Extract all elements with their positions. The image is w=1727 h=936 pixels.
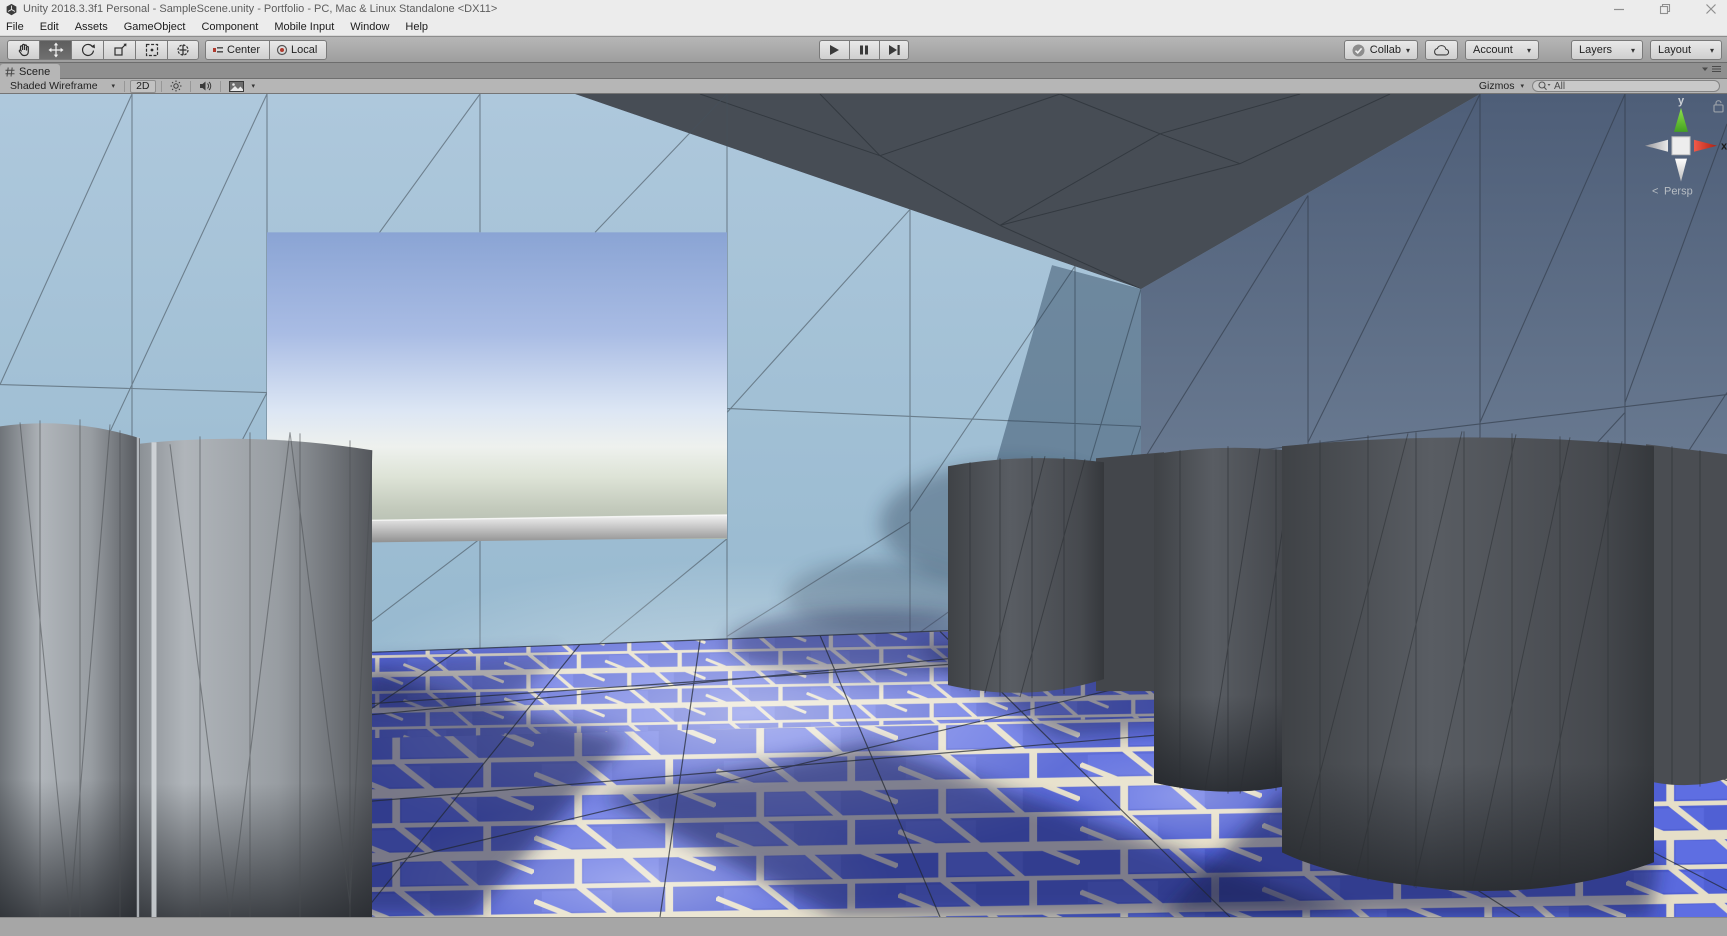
search-icon: [1538, 81, 1551, 91]
menu-lines-icon: [1712, 65, 1721, 73]
window-title: Unity 2018.3.3f1 Personal - SampleScene.…: [23, 3, 498, 15]
unity-logo-icon: [6, 3, 17, 15]
collab-dropdown[interactable]: Collab ▾: [1343, 40, 1418, 60]
menu-assets[interactable]: Assets: [67, 18, 116, 36]
chevron-down-icon: ▾: [111, 83, 116, 90]
cylinder: [1096, 452, 1164, 692]
chevron-down-icon: ▾: [1526, 45, 1531, 55]
menu-component[interactable]: Component: [193, 18, 266, 36]
playback-group: [818, 40, 909, 60]
cloud-icon: [1434, 44, 1450, 56]
2d-toggle-label: 2D: [136, 80, 150, 92]
chevron-down-icon: ▾: [1405, 45, 1410, 55]
scene-audio-toggle[interactable]: [194, 80, 217, 92]
projection-angle-icon: <: [1652, 186, 1658, 198]
cylinder: [1154, 446, 1302, 794]
step-button[interactable]: [878, 40, 909, 60]
chevron-down-icon: ▾: [1520, 83, 1524, 90]
account-label: Account: [1473, 44, 1513, 56]
menu-help[interactable]: Help: [397, 18, 436, 36]
search-filter-text: All: [1554, 80, 1566, 92]
collab-label: Collab: [1369, 44, 1401, 56]
cylinder: [1282, 431, 1654, 892]
title-bar: Unity 2018.3.3f1 Personal - SampleScene.…: [0, 0, 1727, 18]
scene-viewport[interactable]: y x < Persp: [0, 94, 1727, 917]
draw-mode-label: Shaded Wireframe: [10, 80, 98, 92]
cylinder: [0, 419, 140, 917]
chevron-down-icon: [1702, 67, 1708, 71]
menu-file[interactable]: File: [0, 18, 32, 36]
sun-icon: [170, 80, 181, 92]
tab-options-menu[interactable]: [1701, 65, 1721, 73]
effects-dropdown[interactable]: ▾: [249, 82, 259, 90]
menu-edit[interactable]: Edit: [32, 18, 67, 36]
speaker-icon: [199, 81, 211, 91]
projection-label[interactable]: Persp: [1664, 186, 1693, 198]
left-cylinders: [0, 419, 373, 917]
scene-tab-label: Scene: [19, 65, 51, 78]
chevron-down-icon: ▾: [251, 83, 256, 90]
transform-combined-tool-button[interactable]: [167, 40, 199, 60]
menu-bar: File Edit Assets GameObject Component Mo…: [0, 18, 1727, 36]
gizmo-center-cube[interactable]: [1671, 136, 1691, 156]
move-tool-button[interactable]: [39, 40, 71, 60]
cylinder: [1646, 444, 1727, 787]
cylinder: [948, 456, 1104, 699]
status-bar: [0, 917, 1727, 936]
chevron-down-icon: ▾: [1630, 45, 1635, 55]
pause-button[interactable]: [848, 40, 879, 60]
chevron-down-icon: ▾: [1709, 45, 1714, 55]
rotate-tool-button[interactable]: [71, 40, 103, 60]
scene-effects-toggle[interactable]: [224, 80, 249, 92]
orientation-mode-label: Local: [291, 44, 318, 56]
layout-label: Layout: [1658, 44, 1692, 56]
toolbar-right-group: Collab ▾ Account ▾ Layers ▾ Layout ▾: [1343, 40, 1722, 60]
draw-mode-dropdown[interactable]: Shaded Wireframe ▾: [4, 79, 121, 94]
cylinder: [104, 432, 373, 917]
scale-tool-button[interactable]: [103, 40, 135, 60]
close-button[interactable]: [1703, 2, 1719, 16]
play-button[interactable]: [818, 40, 849, 60]
orientation-mode-button[interactable]: Local: [269, 40, 328, 60]
image-icon: [228, 80, 244, 92]
rect-tool-button[interactable]: [135, 40, 167, 60]
scene-view-toolbar: Shaded Wireframe ▾ 2D ▾ Gizmos ▾ All: [0, 79, 1727, 94]
view-tab-strip: Scene: [0, 63, 1727, 79]
pivot-mode-label: Center: [227, 44, 261, 56]
pivot-mode-button[interactable]: Center: [205, 40, 270, 60]
center-pivot-icon: [213, 47, 223, 53]
2d-toggle-button[interactable]: 2D: [130, 79, 156, 93]
gizmos-dropdown[interactable]: Gizmos ▾: [1471, 80, 1532, 92]
account-dropdown[interactable]: Account ▾: [1465, 40, 1539, 60]
layout-dropdown[interactable]: Layout ▾: [1650, 40, 1722, 60]
scene-search-input[interactable]: All: [1532, 80, 1720, 92]
main-toolbar: Center Local Collab ▾ Account ▾ Layers ▾…: [0, 36, 1727, 63]
menu-window[interactable]: Window: [342, 18, 397, 36]
menu-gameobject[interactable]: GameObject: [116, 18, 194, 36]
hand-tool-button[interactable]: [7, 40, 39, 60]
gizmo-y-label: y: [1678, 95, 1685, 107]
scene-grid-icon: [5, 66, 15, 77]
minimize-button[interactable]: [1611, 2, 1627, 16]
restore-button[interactable]: [1657, 2, 1673, 16]
scene-lighting-toggle[interactable]: [165, 80, 187, 92]
layers-label: Layers: [1579, 44, 1613, 56]
gizmo-x-label: x: [1721, 141, 1727, 153]
gizmos-label: Gizmos: [1478, 80, 1515, 92]
cloud-button[interactable]: [1425, 40, 1458, 60]
pivot-orientation-group: Center Local: [205, 40, 328, 60]
transform-tool-group: [7, 40, 199, 60]
tab-scene[interactable]: Scene: [0, 64, 61, 79]
collab-check-icon: [1352, 44, 1365, 56]
layers-dropdown[interactable]: Layers ▾: [1571, 40, 1643, 60]
local-orientation-icon: [276, 44, 288, 56]
menu-mobile-input[interactable]: Mobile Input: [266, 18, 342, 36]
